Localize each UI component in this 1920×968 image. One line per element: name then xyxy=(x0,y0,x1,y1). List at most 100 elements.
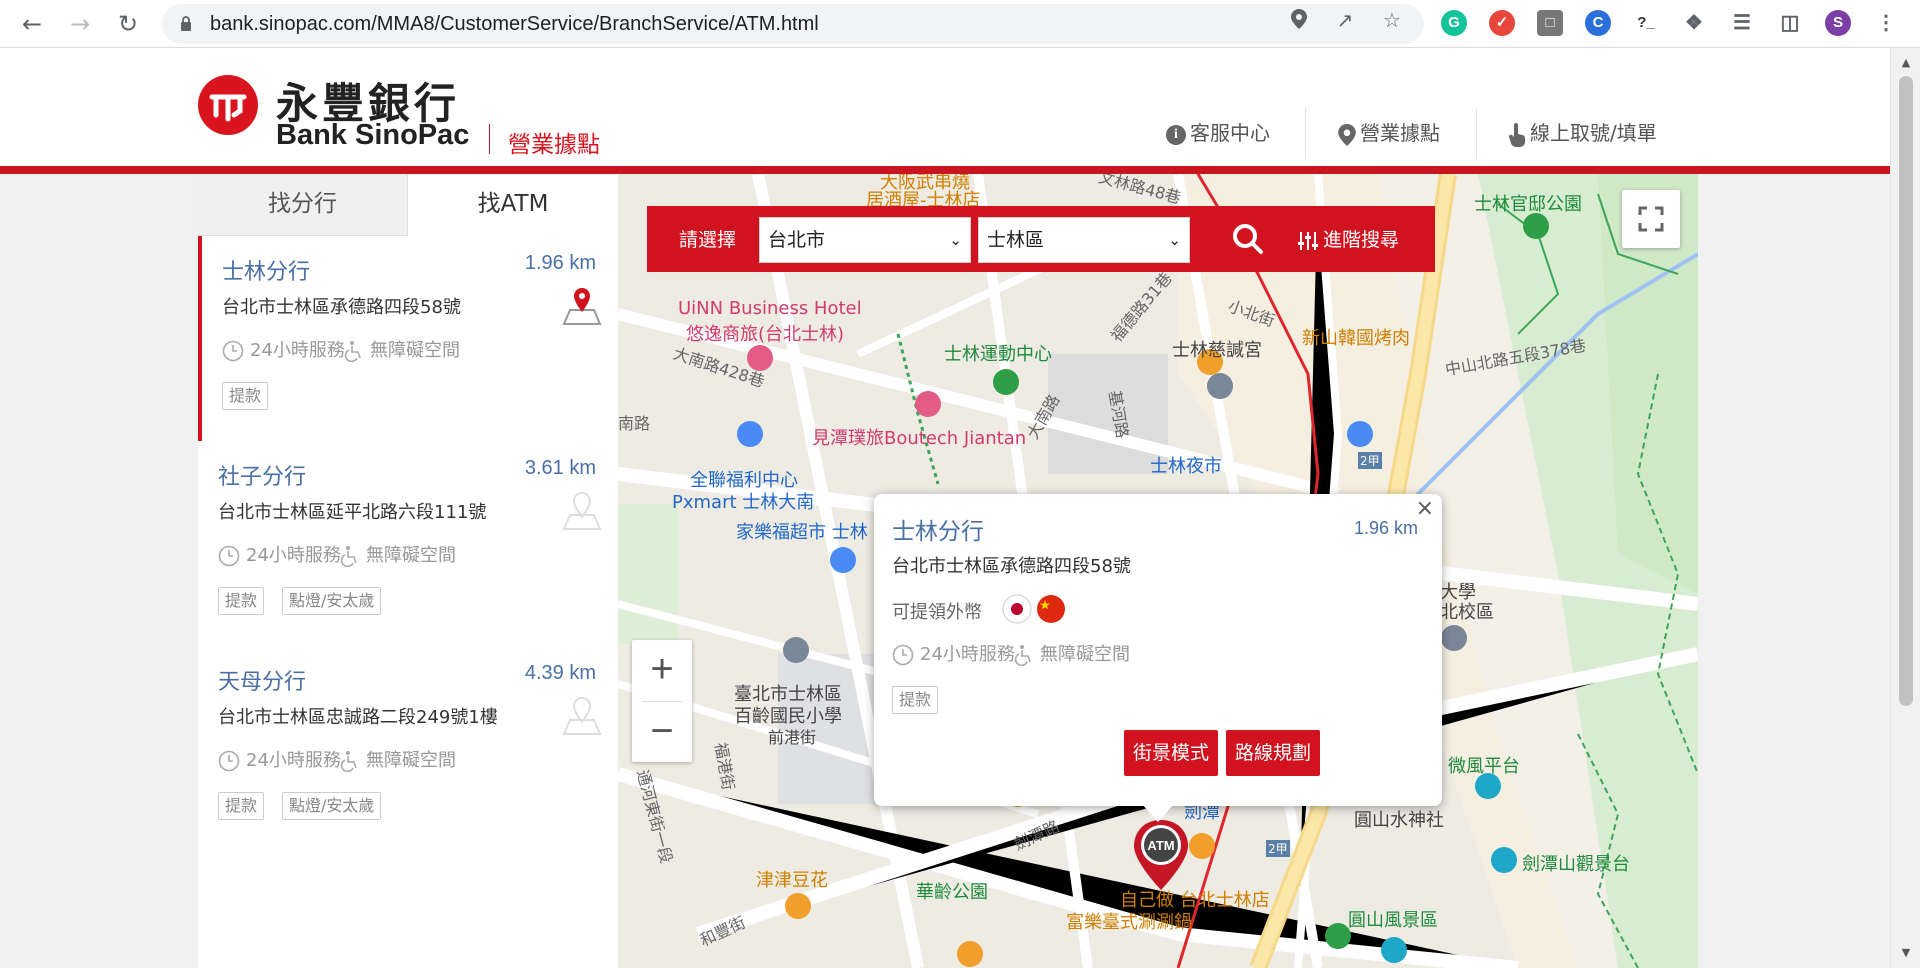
nav-branches[interactable]: 營業據點 xyxy=(1338,118,1440,148)
hours-feature: 24小時服務 xyxy=(222,338,345,364)
service-tag: 點燈/安太歲 xyxy=(282,792,382,820)
map-label: 圓山水神社 xyxy=(1354,810,1444,831)
branch-address: 台北市士林區承德路四段58號 xyxy=(222,297,461,318)
branch-distance: 4.39 km xyxy=(524,662,596,684)
info-icon: i xyxy=(1166,124,1186,145)
map-label: Pxmart 士林大南 xyxy=(672,492,815,513)
wheelchair-icon xyxy=(340,546,357,568)
map-label: 北校區 xyxy=(1440,602,1494,623)
site-header: 永豐銀行 Bank SinoPac 營業據點 i 客服中心 營業據點 線上取號/填… xyxy=(0,48,1890,166)
scrollbar-thumb[interactable] xyxy=(1899,76,1913,706)
clock-icon xyxy=(892,644,914,666)
location-pin-icon xyxy=(1338,123,1356,146)
branch-name[interactable]: 社子分行 xyxy=(218,459,306,491)
poi-hotel-icon xyxy=(915,391,941,417)
atm-marker-icon[interactable]: ATM xyxy=(1130,818,1192,894)
map-label: 圓山風景區 xyxy=(1348,910,1438,931)
list-item[interactable]: 天母分行 4.39 km 台北市士林區忠誠路二段249號1樓 24小時服務 無障… xyxy=(198,646,618,851)
service-tag: 提款 xyxy=(892,686,939,714)
back-icon[interactable]: ← xyxy=(18,10,46,38)
hand-pointer-icon xyxy=(1508,122,1525,147)
infowindow-tail xyxy=(1142,804,1174,822)
nav-customer-service[interactable]: i 客服中心 xyxy=(1166,118,1270,148)
location-icon[interactable] xyxy=(1288,9,1310,31)
share-icon[interactable]: ↗ xyxy=(1334,9,1356,31)
scroll-down-icon[interactable]: ▼ xyxy=(1899,946,1913,960)
china-flag-icon xyxy=(1037,595,1065,623)
street-view-button[interactable]: 街景模式 xyxy=(1124,730,1218,776)
close-icon[interactable]: × xyxy=(1416,496,1434,521)
nav-online-queue[interactable]: 線上取號/填單 xyxy=(1508,118,1657,148)
header-red-bar xyxy=(0,166,1890,174)
map-label: 新山韓國烤肉 xyxy=(1302,328,1410,349)
kebab-menu-icon[interactable]: ⋮ xyxy=(1873,10,1899,36)
media-queue-icon[interactable]: ☰ xyxy=(1729,10,1755,36)
brand-name-en: Bank SinoPac xyxy=(276,119,470,151)
city-select[interactable]: 台北市 ⌄ xyxy=(759,217,971,263)
sliders-icon xyxy=(1298,231,1318,250)
fullscreen-button[interactable] xyxy=(1622,190,1680,248)
poi-shopping-icon xyxy=(830,547,856,573)
address-bar[interactable]: bank.sinopac.com/MMA8/CustomerService/Br… xyxy=(162,4,1424,44)
poi-fork-knife-icon xyxy=(957,941,983,967)
highway-shield: 2甲 xyxy=(1358,452,1382,469)
branch-address: 台北市士林區忠誠路二段249號1樓 xyxy=(218,707,498,728)
advanced-search-button[interactable]: 進階搜尋 xyxy=(1297,225,1399,252)
atm-search-bar: 請選擇 台北市 ⌄ 士林區 ⌄ 進階搜尋 xyxy=(647,206,1435,272)
accessibility-feature: 無障礙空間 xyxy=(340,543,456,569)
infowindow-distance: 1.96 km xyxy=(1353,518,1418,538)
map-location-icon[interactable] xyxy=(560,696,604,736)
district-select[interactable]: 士林區 ⌄ xyxy=(978,217,1190,263)
tab-find-branch[interactable]: 找分行 xyxy=(198,174,408,236)
profile-avatar[interactable]: S xyxy=(1825,10,1851,36)
poi-camera-icon xyxy=(1491,847,1517,873)
map-label: 華齡公園 xyxy=(916,882,988,903)
zoom-in-button[interactable]: + xyxy=(632,640,692,700)
branch-distance: 3.61 km xyxy=(524,457,596,479)
clock-icon xyxy=(218,750,240,772)
zoom-out-button[interactable]: − xyxy=(632,702,692,762)
accessibility-feature: 無障礙空間 xyxy=(340,748,456,774)
list-item[interactable]: 社子分行 3.61 km 台北市士林區延平北路六段111號 24小時服務 無障礙… xyxy=(198,441,618,646)
extensions-puzzle-icon[interactable]: ❖ xyxy=(1681,10,1707,36)
poi-school-icon xyxy=(1441,625,1467,651)
tab-find-atm[interactable]: 找ATM xyxy=(408,174,618,236)
grammarly-icon[interactable]: G xyxy=(1441,10,1467,36)
extension-clipboard-icon[interactable]: □ xyxy=(1537,10,1563,36)
browser-toolbar: ← → ↻ bank.sinopac.com/MMA8/CustomerServ… xyxy=(0,0,1920,48)
route-planning-button[interactable]: 路線規劃 xyxy=(1226,730,1320,776)
poi-shopping-icon xyxy=(1347,421,1373,447)
accessibility-feature: 無障礙空間 xyxy=(344,338,460,364)
extension-bolt-icon[interactable]: ✓ xyxy=(1489,10,1515,36)
wheelchair-icon xyxy=(340,751,357,773)
map-label: 士林官邸公園 xyxy=(1474,194,1582,215)
extension-c-icon[interactable]: C xyxy=(1585,10,1611,36)
wheelchair-icon xyxy=(1014,645,1031,667)
branch-name[interactable]: 天母分行 xyxy=(218,664,306,696)
japan-flag-icon xyxy=(1002,594,1032,624)
forward-icon[interactable]: → xyxy=(66,10,94,38)
side-panel-icon[interactable]: ◫ xyxy=(1777,10,1803,36)
reload-icon[interactable]: ↻ xyxy=(114,10,142,38)
accessibility-feature: 無障礙空間 xyxy=(1014,642,1130,668)
poi-shopping-icon xyxy=(737,421,763,447)
foreign-currency-label: 可提領外幣 xyxy=(892,602,982,623)
sinopac-logo-icon[interactable] xyxy=(198,75,258,135)
map-label: 士林夜市 xyxy=(1150,456,1222,477)
map-location-icon[interactable] xyxy=(560,491,604,531)
map-location-icon[interactable] xyxy=(560,286,604,326)
section-title: 營業據點 xyxy=(508,132,600,158)
map-label: 士林慈諴宮 xyxy=(1172,340,1262,361)
service-tag: 提款 xyxy=(218,587,265,615)
road-label: 南路 xyxy=(618,414,651,433)
hours-feature: 24小時服務 xyxy=(218,543,341,569)
page-scrollbar[interactable]: ▲ ▼ xyxy=(1890,48,1920,968)
branch-name[interactable]: 士林分行 xyxy=(222,254,310,286)
search-icon[interactable] xyxy=(1231,222,1265,256)
map-label: 見潭璞旅Boutech Jiantan xyxy=(812,428,1027,449)
bookmark-star-icon[interactable]: ☆ xyxy=(1381,9,1403,31)
list-item[interactable]: 士林分行 1.96 km 台北市士林區承德路四段58號 24小時服務 無障礙空間… xyxy=(198,236,618,441)
branch-address: 台北市士林區延平北路六段111號 xyxy=(218,502,487,523)
extension-terminal-icon[interactable]: ?_ xyxy=(1633,10,1659,36)
scroll-up-icon[interactable]: ▲ xyxy=(1899,56,1913,70)
